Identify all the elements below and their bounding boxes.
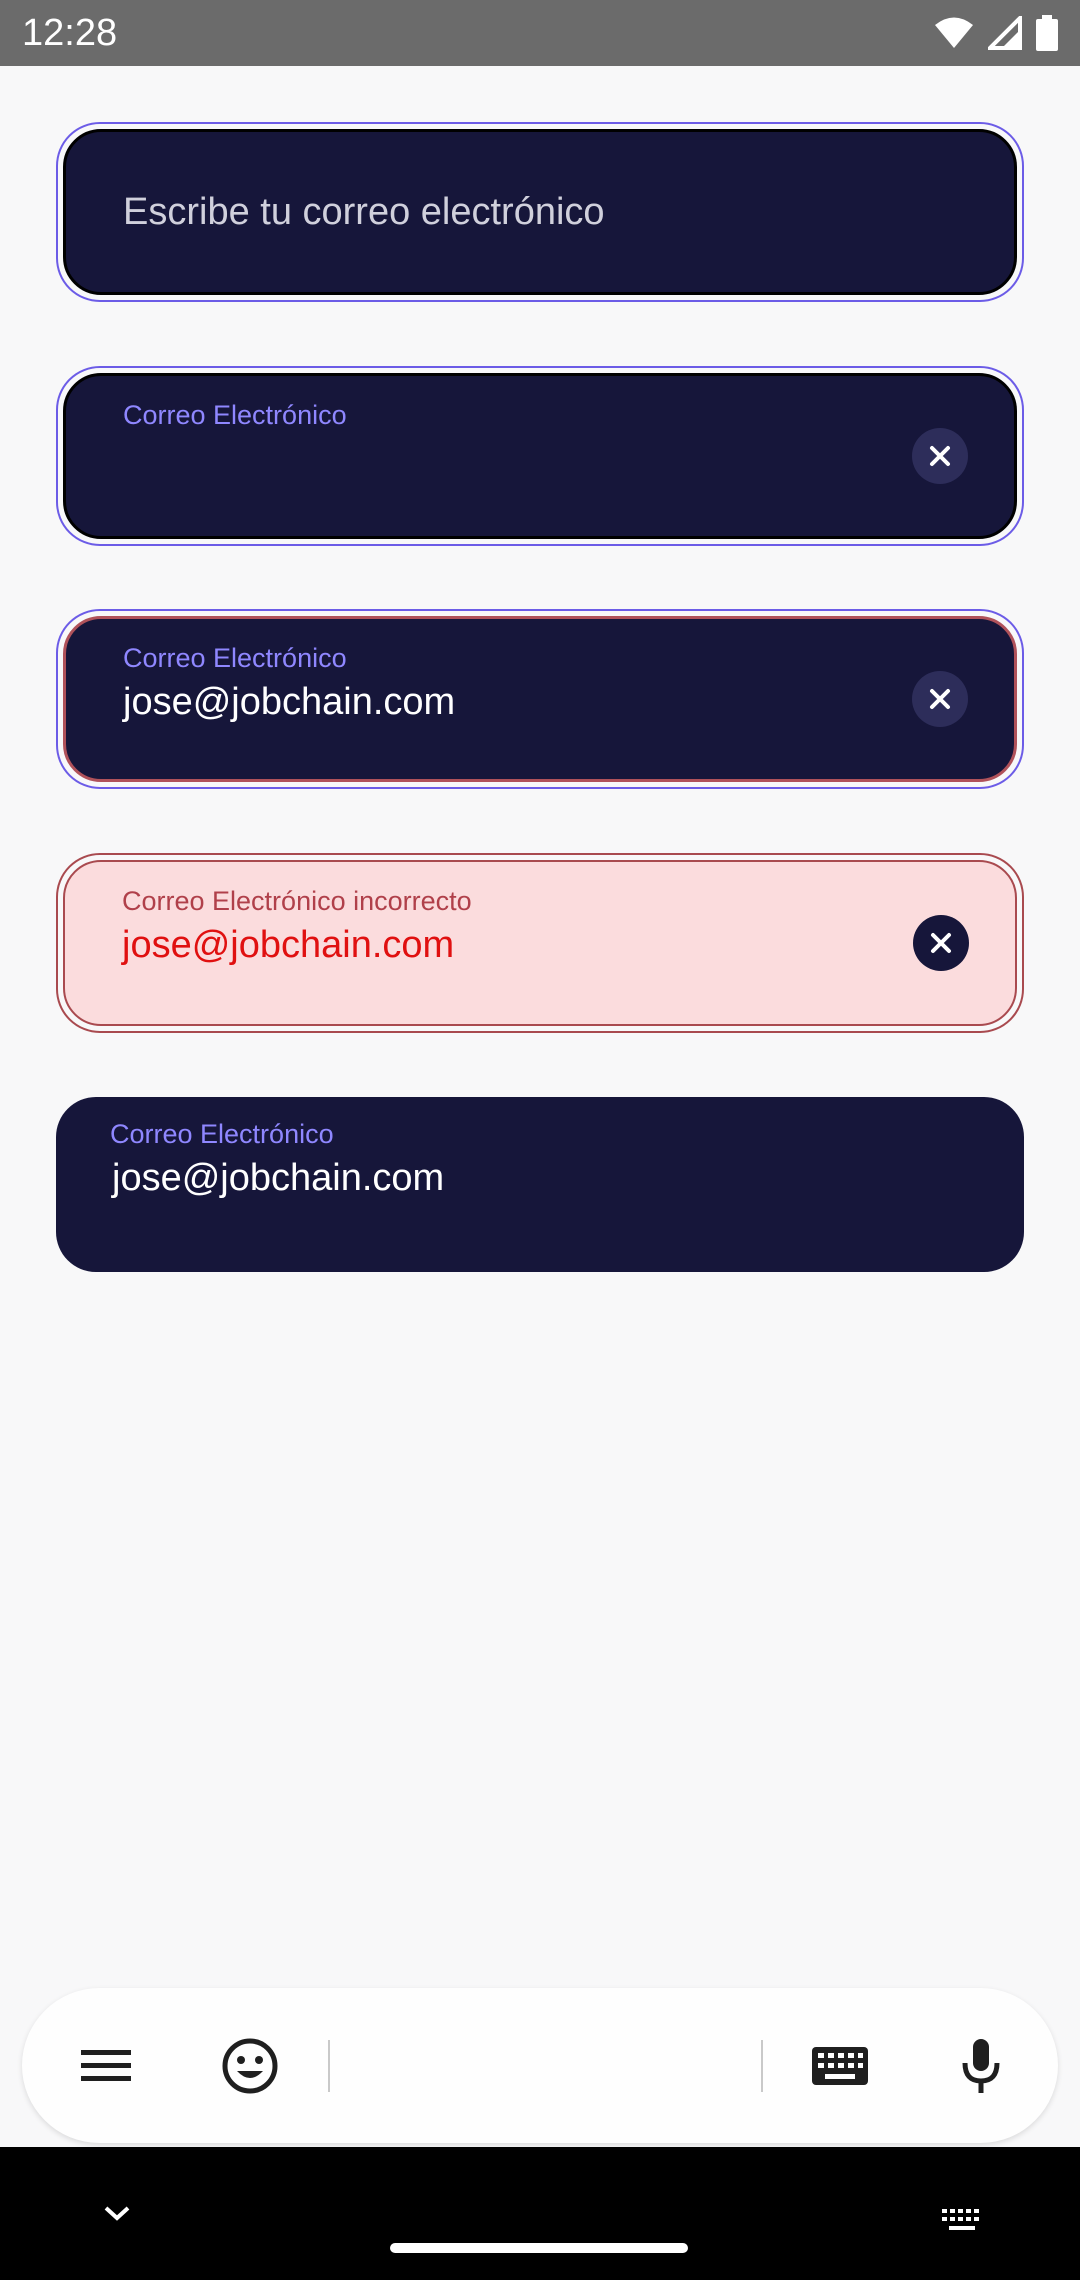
signal-icon (988, 16, 1022, 50)
battery-icon (1036, 15, 1058, 51)
wifi-icon (935, 17, 973, 48)
status-time: 12:28 (22, 12, 118, 54)
email-error-label: Correo Electrónico incorrecto (122, 886, 472, 916)
keyboard-toolbar (22, 1988, 1058, 2143)
clear-button[interactable] (912, 671, 968, 727)
emoji-button[interactable] (210, 2026, 290, 2106)
email-input-container[interactable]: Escribe tu correo electrónico (63, 129, 1017, 295)
email-input-container[interactable]: Correo Electrónico jose@jobchain.com (63, 616, 1017, 782)
close-icon (930, 689, 950, 709)
microphone-icon (962, 2039, 1000, 2093)
clear-button[interactable] (913, 915, 969, 971)
email-field-label: Correo Electrónico (123, 643, 347, 673)
status-icons (934, 14, 1058, 52)
email-field-value: jose@jobchain.com (112, 1157, 445, 1199)
menu-button[interactable] (66, 2026, 146, 2106)
email-field-focused-empty[interactable]: Correo Electrónico (56, 366, 1024, 546)
email-field-error[interactable]: Correo Electrónico incorrecto jose@jobch… (56, 853, 1024, 1033)
keyboard-icon (812, 2047, 868, 2085)
clear-button[interactable] (912, 428, 968, 484)
home-handle[interactable] (390, 2243, 688, 2253)
chevron-down-icon[interactable] (102, 2203, 132, 2223)
close-icon (931, 933, 951, 953)
email-field-label: Correo Electrónico (110, 1119, 334, 1149)
microphone-button[interactable] (941, 2026, 1021, 2106)
navigation-bar (0, 2147, 1080, 2280)
email-field-focused-filled[interactable]: Correo Electrónico jose@jobchain.com (56, 609, 1024, 789)
emoji-icon (222, 2038, 278, 2094)
email-placeholder: Escribe tu correo electrónico (123, 190, 605, 233)
email-input-container[interactable]: Correo Electrónico (63, 373, 1017, 539)
toolbar-divider (761, 2040, 763, 2092)
close-icon (930, 446, 950, 466)
email-field-value: jose@jobchain.com (123, 681, 456, 723)
email-input-container[interactable]: Correo Electrónico incorrecto jose@jobch… (63, 860, 1017, 1026)
keyboard-switch-icon[interactable] (940, 2207, 984, 2233)
email-field-filled[interactable]: Correo Electrónico jose@jobchain.com (56, 1097, 1024, 1272)
menu-icon (81, 2050, 131, 2081)
status-bar: 12:28 (0, 0, 1080, 66)
toolbar-divider (328, 2040, 330, 2092)
keyboard-button[interactable] (800, 2026, 880, 2106)
email-field-value: jose@jobchain.com (122, 924, 455, 966)
email-field-empty[interactable]: Escribe tu correo electrónico (56, 122, 1024, 302)
email-field-label: Correo Electrónico (123, 400, 347, 430)
